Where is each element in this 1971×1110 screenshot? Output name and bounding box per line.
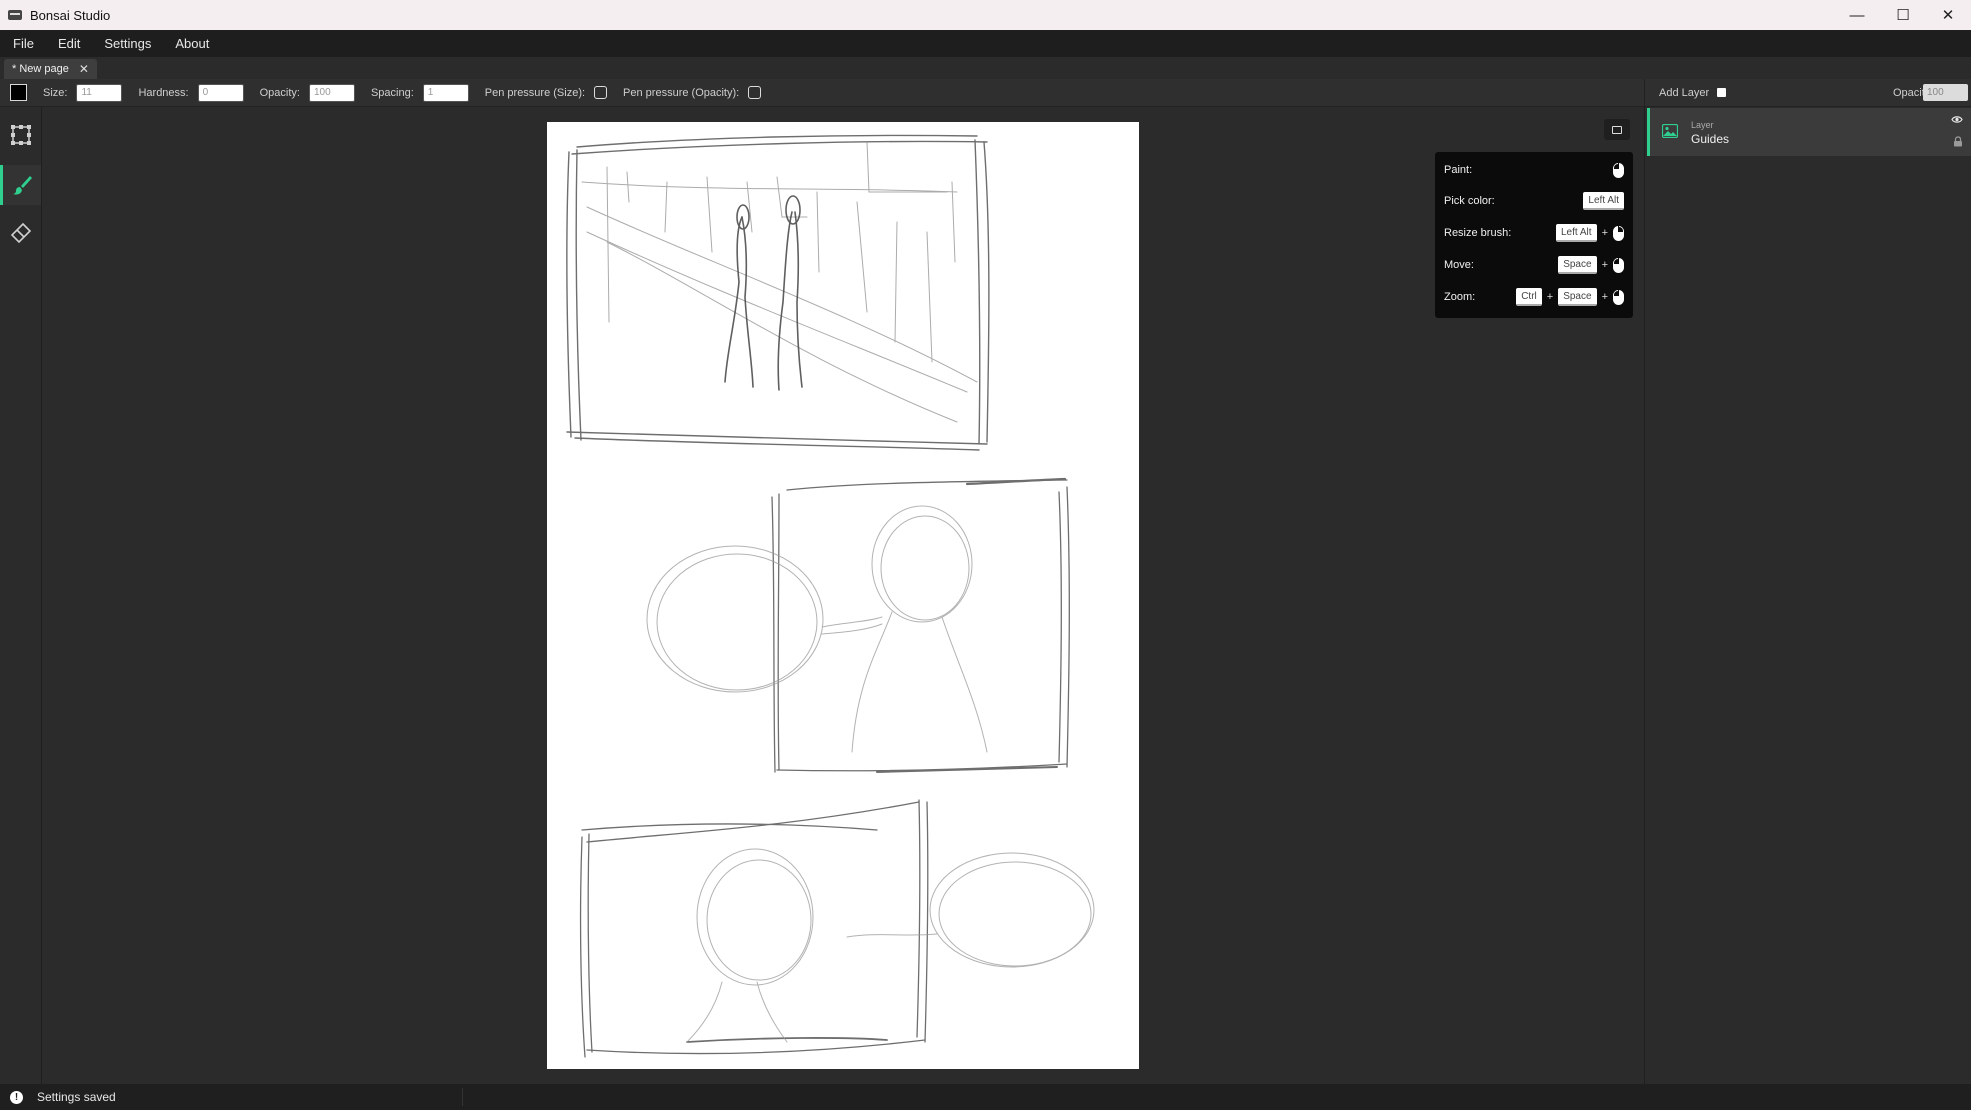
shortcut-pick-color: Pick color: Left Alt (1444, 190, 1624, 212)
pen-pressure-opacity-checkbox[interactable] (748, 86, 762, 99)
canvas-area[interactable]: Paint: Pick color: Left Alt Resize brush… (42, 107, 1644, 1084)
space-key: Space (1558, 288, 1597, 306)
mouse-left-button-icon (1613, 289, 1624, 305)
space-key: Space (1558, 256, 1597, 274)
tool-sidebar (0, 107, 42, 1084)
pen-pressure-opacity-label: Pen pressure (Opacity): (623, 86, 740, 99)
sketch-drawing (566, 134, 1095, 1058)
add-layer-label: Add Layer (1659, 86, 1710, 99)
pick-color-label: Pick color: (1444, 195, 1495, 207)
image-layer-icon (1662, 124, 1678, 138)
menu-edit[interactable]: Edit (46, 36, 92, 51)
spacing-label: Spacing: (370, 86, 414, 99)
pen-pressure-size-checkbox[interactable] (594, 86, 608, 99)
shortcuts-overlay: Paint: Pick color: Left Alt Resize brush… (1435, 152, 1633, 318)
tab-label: * New page (12, 63, 69, 75)
resize-brush-label: Resize brush: (1444, 227, 1512, 239)
status-message: Settings saved (37, 1090, 116, 1104)
window-title: Bonsai Studio (30, 7, 111, 23)
hardness-label: Hardness: (138, 86, 189, 99)
status-divider (462, 1088, 463, 1106)
menu-file[interactable]: File (0, 36, 46, 51)
plus-sign: + (1601, 259, 1608, 271)
frame-toggle-button[interactable] (1604, 119, 1630, 140)
menu-settings[interactable]: Settings (92, 36, 163, 51)
eraser-icon (10, 222, 31, 244)
left-alt-key: Left Alt (1583, 192, 1624, 210)
shortcut-move: Move: Space + (1444, 254, 1624, 276)
lock-icon[interactable] (1953, 136, 1963, 147)
move-label: Move: (1444, 259, 1474, 271)
eraser-tool-button[interactable] (0, 213, 41, 253)
plus-sign: + (1601, 227, 1608, 239)
layer-item-guides[interactable]: Layer Guides (1647, 108, 1971, 156)
plus-sign: + (1546, 291, 1554, 303)
layer-type-label: Layer (1691, 120, 1714, 130)
tab-new-page[interactable]: * New page ✕ (4, 59, 97, 79)
minimize-button[interactable]: — (1834, 0, 1880, 30)
layers-panel: Layer Guides (1644, 107, 1971, 1084)
add-layer-icon[interactable] (1717, 88, 1727, 97)
ctrl-key: Ctrl (1516, 288, 1542, 306)
pen-pressure-size-label: Pen pressure (Size): (484, 86, 586, 99)
transform-tool-button[interactable] (0, 115, 41, 155)
eye-icon[interactable] (1951, 115, 1963, 124)
paint-label: Paint: (1444, 164, 1473, 176)
drawing-page[interactable] (547, 122, 1139, 1069)
status-bar: ! Settings saved (0, 1084, 1971, 1110)
layer-name: Guides (1691, 132, 1730, 146)
opacity-input[interactable] (308, 83, 355, 102)
plus-sign: + (1601, 291, 1608, 303)
shortcut-paint: Paint: (1444, 159, 1624, 181)
brush-color-swatch[interactable] (10, 84, 27, 101)
mouse-right-button-icon (1613, 225, 1624, 241)
shortcut-zoom: Zoom: Ctrl + Space + (1444, 286, 1624, 308)
layers-toolbar: Add Layer Opacity: 100 (1644, 79, 1971, 107)
menu-bar: File Edit Settings About (0, 30, 1971, 57)
brush-toolbar: Size: Hardness: Opacity: Spacing: Pen pr… (0, 79, 1644, 107)
mouse-left-button-icon (1613, 162, 1624, 178)
hardness-input[interactable] (197, 83, 244, 102)
menu-about[interactable]: About (163, 36, 221, 51)
info-icon: ! (10, 1090, 23, 1104)
brush-icon (13, 176, 32, 195)
title-bar: Bonsai Studio — ☐ ✕ (0, 0, 1971, 30)
left-alt-key: Left Alt (1555, 224, 1597, 242)
brush-tool-button[interactable] (0, 165, 41, 205)
close-icon[interactable]: ✕ (79, 62, 89, 76)
document-tab-bar: * New page ✕ (0, 57, 1971, 79)
mouse-left-button-icon (1613, 257, 1624, 273)
opacity-label: Opacity: (259, 86, 300, 99)
app-logo-icon (8, 10, 22, 20)
close-window-button[interactable]: ✕ (1925, 0, 1971, 30)
layer-opacity-input[interactable]: 100 (1923, 84, 1968, 101)
zoom-label: Zoom: (1444, 291, 1476, 303)
size-input[interactable] (76, 83, 123, 102)
size-label: Size: (43, 86, 68, 99)
maximize-button[interactable]: ☐ (1880, 0, 1926, 30)
grid-move-icon (10, 125, 31, 145)
spacing-input[interactable] (422, 83, 469, 102)
shortcut-resize-brush: Resize brush: Left Alt + (1444, 222, 1624, 244)
frame-icon (1612, 125, 1622, 134)
